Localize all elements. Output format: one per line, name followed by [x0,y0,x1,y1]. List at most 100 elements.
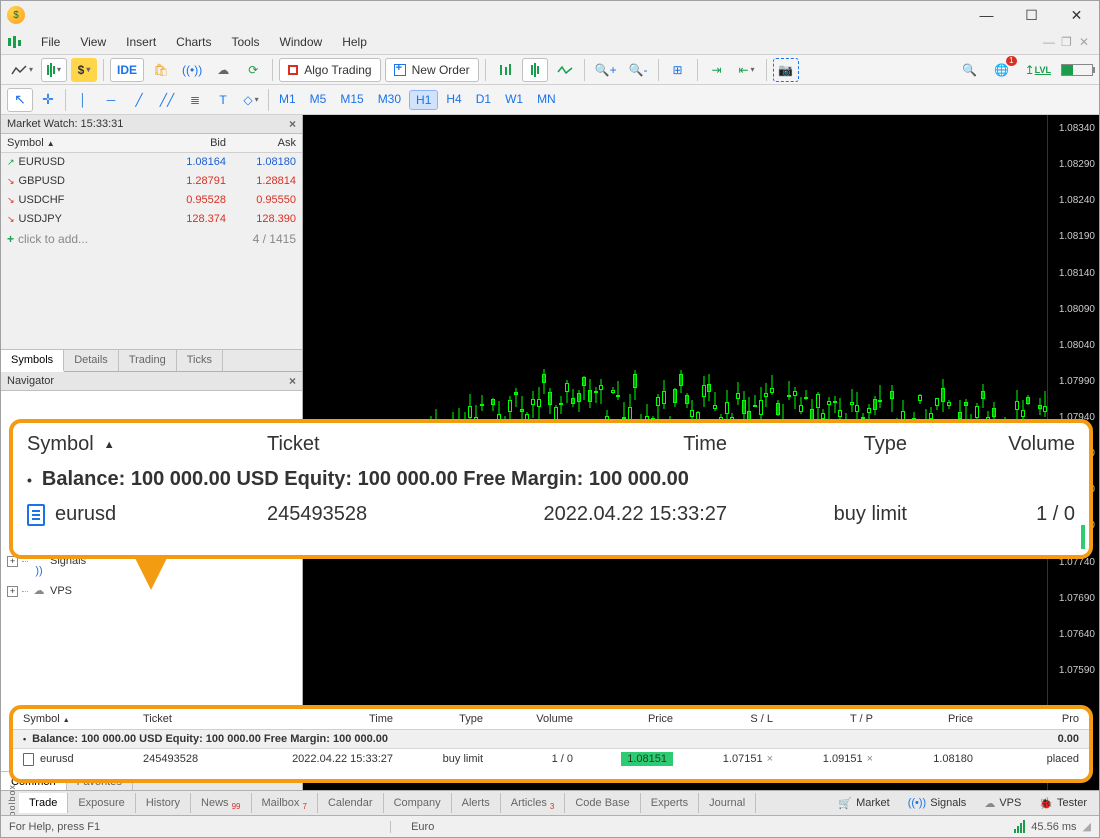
cursor-tool[interactable]: ↖ [7,88,33,112]
minimize-button[interactable]: — [964,1,1009,29]
horizontal-line-tool[interactable]: ─ [98,88,124,112]
th-price[interactable]: Price [573,713,673,725]
menu-help[interactable]: Help [332,32,377,52]
th-ticket[interactable]: Ticket [143,713,243,725]
timeframe-h1[interactable]: H1 [409,90,438,110]
line-chart-dropdown[interactable] [7,58,37,82]
th-symbol[interactable]: Symbol ▲ [23,713,143,725]
close-child-icon[interactable]: ✕ [1079,35,1093,49]
bottom-tab-calendar[interactable]: Calendar [318,793,384,813]
menu-tools[interactable]: Tools [222,32,270,52]
bottom-tab-experts[interactable]: Experts [641,793,699,813]
zoom-out-icon[interactable]: 🔍- [625,58,652,82]
cb-col-volume[interactable]: Volume [907,433,1075,456]
dollar-dropdown[interactable]: $ [71,58,97,82]
restore-child-icon[interactable]: ❐ [1061,35,1075,49]
bottom-tab-articles[interactable]: Articles 3 [501,793,566,813]
col-ask[interactable]: Ask [232,134,302,152]
bottom-right-market[interactable]: 🛒Market [830,793,897,814]
zoom-in-icon[interactable]: 🔍+ [591,58,621,82]
menu-charts[interactable]: Charts [166,32,221,52]
timeframe-m1[interactable]: M1 [273,90,302,110]
cb-order-row[interactable]: eurusd 245493528 2022.04.22 15:33:27 buy… [13,497,1089,532]
notifications-icon[interactable]: 🌐1 [989,58,1015,82]
th-tp[interactable]: T / P [773,713,873,725]
mw-tab-details[interactable]: Details [64,350,119,371]
trendline-tool[interactable]: ╱ [126,88,152,112]
mw-tab-trading[interactable]: Trading [119,350,177,371]
scroll-icon[interactable]: ⇥ [704,58,730,82]
mw-row-usdchf[interactable]: ↘USDCHF0.955280.95550 [1,191,302,210]
maximize-button[interactable]: ☐ [1009,1,1054,29]
bottom-tab-history[interactable]: History [136,793,191,813]
close-button[interactable]: ✕ [1054,1,1099,29]
status-resize-grip[interactable]: ◢ [1083,820,1091,833]
bottom-tab-mailbox[interactable]: Mailbox 7 [252,793,318,813]
timeframe-mn[interactable]: MN [531,90,562,110]
mw-row-usdjpy[interactable]: ↘USDJPY128.374128.390 [1,210,302,229]
chart-bar-icon[interactable] [492,58,518,82]
algo-trading-button[interactable]: Algo Trading [279,58,380,82]
mw-tab-symbols[interactable]: Symbols [1,350,64,372]
fib-tool[interactable]: ≣ [182,88,208,112]
lvl-indicator[interactable]: ↥LVL [1021,58,1055,82]
th-time[interactable]: Time [243,713,393,725]
tr-order-row[interactable]: eurusd 245493528 2022.04.22 15:33:27 buy… [13,749,1089,769]
menu-file[interactable]: File [31,32,70,52]
menu-insert[interactable]: Insert [116,32,166,52]
th-type[interactable]: Type [393,713,483,725]
th-volume[interactable]: Volume [483,713,573,725]
bottom-right-tester[interactable]: 🐞Tester [1031,793,1095,814]
candle-chart-dropdown[interactable] [41,58,67,82]
cb-col-symbol[interactable]: Symbol ▲ [27,433,267,456]
th-sl[interactable]: S / L [673,713,773,725]
grid-icon[interactable]: ⊞ [665,58,691,82]
market-watch-close[interactable]: × [289,117,296,131]
cb-col-type[interactable]: Type [727,433,907,456]
vertical-line-tool[interactable]: │ [70,88,96,112]
bottom-tab-exposure[interactable]: Exposure [68,793,135,813]
timeframe-m5[interactable]: M5 [304,90,333,110]
signals-icon[interactable]: ((•)) [178,58,206,82]
bottom-tab-trade[interactable]: Trade [19,793,68,813]
bottom-tab-alerts[interactable]: Alerts [452,793,501,813]
timeframe-m30[interactable]: M30 [372,90,407,110]
cb-col-time[interactable]: Time [447,433,727,456]
col-bid[interactable]: Bid [162,134,232,152]
mw-row-gbpusd[interactable]: ↘GBPUSD1.287911.28814 [1,172,302,191]
market-watch-add[interactable]: +click to add... 4 / 1415 [1,229,302,249]
new-order-button[interactable]: New Order [385,58,479,82]
bottom-right-signals[interactable]: ((•))Signals [900,793,975,814]
minimize-child-icon[interactable]: — [1043,35,1057,49]
vps-cloud-icon[interactable]: ☁ [210,58,236,82]
bottom-right-vps[interactable]: ☁VPS [976,793,1029,814]
refresh-icon[interactable]: ⟳ [240,58,266,82]
shift-icon[interactable]: ⇤ [734,58,760,82]
text-tool[interactable]: T [210,88,236,112]
camera-icon[interactable]: 📷 [773,58,799,82]
timeframe-w1[interactable]: W1 [499,90,529,110]
bottom-tab-news[interactable]: News 99 [191,793,251,813]
mw-row-eurusd[interactable]: ↗EURUSD1.081641.08180 [1,153,302,172]
ide-button[interactable]: IDE [110,58,144,82]
menu-window[interactable]: Window [270,32,333,52]
mw-tab-ticks[interactable]: Ticks [177,350,223,371]
bottom-tab-company[interactable]: Company [384,793,452,813]
crosshair-tool[interactable]: ✛ [35,88,61,112]
col-symbol[interactable]: Symbol ▲ [1,134,162,152]
chart-line-icon[interactable] [552,58,578,82]
bottom-tab-journal[interactable]: Journal [699,793,756,813]
th-pro[interactable]: Pro [973,713,1079,725]
chart-candle-icon[interactable] [522,58,548,82]
channel-tool[interactable]: ╱╱ [154,88,180,112]
timeframe-h4[interactable]: H4 [440,90,467,110]
cb-col-ticket[interactable]: Ticket [267,433,447,456]
menu-view[interactable]: View [70,32,116,52]
bottom-tab-code-base[interactable]: Code Base [565,793,640,813]
shapes-dropdown[interactable]: ◇ [238,88,264,112]
th-price2[interactable]: Price [873,713,973,725]
market-icon[interactable]: 🛍 [148,58,174,82]
navigator-close[interactable]: × [289,374,296,388]
timeframe-m15[interactable]: M15 [334,90,369,110]
timeframe-d1[interactable]: D1 [470,90,497,110]
